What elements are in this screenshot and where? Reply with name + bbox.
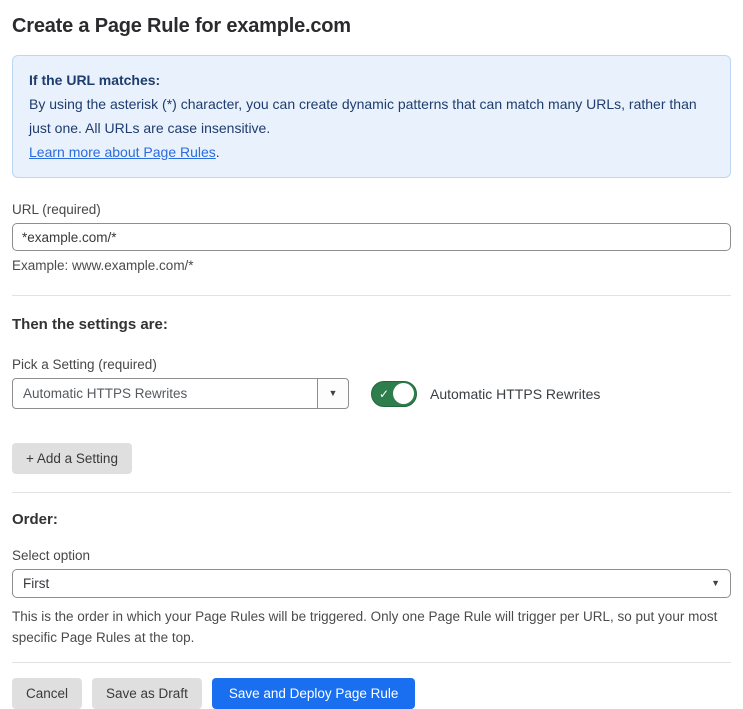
chevron-down-icon: ▼ bbox=[328, 388, 338, 398]
setting-toggle-label: Automatic HTTPS Rewrites bbox=[430, 385, 601, 402]
setting-toggle[interactable]: ✓ bbox=[371, 380, 417, 407]
order-select-value: First bbox=[23, 576, 50, 591]
setting-dropdown[interactable]: Automatic HTTPS Rewrites ▼ bbox=[12, 378, 349, 409]
page-rule-form: Create a Page Rule for example.com If th… bbox=[0, 0, 743, 709]
setting-dropdown-value: Automatic HTTPS Rewrites bbox=[23, 386, 188, 401]
info-box-heading: If the URL matches: bbox=[29, 72, 161, 88]
link-suffix: . bbox=[215, 144, 220, 160]
url-helper-text: Example: www.example.com/* bbox=[12, 258, 194, 273]
order-select-label: Select option bbox=[12, 548, 91, 563]
url-match-info-box: If the URL matches: By using the asteris… bbox=[12, 55, 731, 178]
divider bbox=[12, 492, 731, 493]
pick-setting-label: Pick a Setting (required) bbox=[12, 357, 157, 372]
chevron-down-icon: ▼ bbox=[711, 578, 720, 588]
page-title: Create a Page Rule for example.com bbox=[12, 15, 351, 37]
save-and-deploy-button[interactable]: Save and Deploy Page Rule bbox=[211, 678, 416, 709]
footer-actions: Cancel Save as Draft Save and Deploy Pag… bbox=[12, 678, 731, 709]
check-icon: ✓ bbox=[379, 386, 390, 401]
divider bbox=[12, 295, 731, 296]
url-label: URL (required) bbox=[12, 202, 101, 217]
settings-section-heading: Then the settings are: bbox=[12, 316, 168, 333]
cancel-button[interactable]: Cancel bbox=[12, 678, 83, 709]
order-select[interactable]: First ▼ bbox=[12, 569, 731, 598]
info-box-link-line: Learn more about Page Rules. bbox=[29, 140, 714, 164]
save-as-draft-button[interactable]: Save as Draft bbox=[92, 678, 202, 709]
divider bbox=[12, 662, 731, 663]
toggle-knob bbox=[393, 383, 414, 404]
learn-more-link[interactable]: Learn more about Page Rules bbox=[29, 144, 216, 160]
order-helper-text: This is the order in which your Page Rul… bbox=[12, 609, 718, 645]
setting-dropdown-arrow-button[interactable]: ▼ bbox=[317, 379, 348, 408]
add-setting-button[interactable]: + Add a Setting bbox=[12, 443, 132, 474]
order-section-heading: Order: bbox=[12, 511, 58, 528]
url-input[interactable] bbox=[12, 223, 731, 251]
setting-row: Automatic HTTPS Rewrites ▼ ✓ Automatic H… bbox=[12, 378, 731, 409]
info-box-body: By using the asterisk (*) character, you… bbox=[29, 96, 697, 136]
